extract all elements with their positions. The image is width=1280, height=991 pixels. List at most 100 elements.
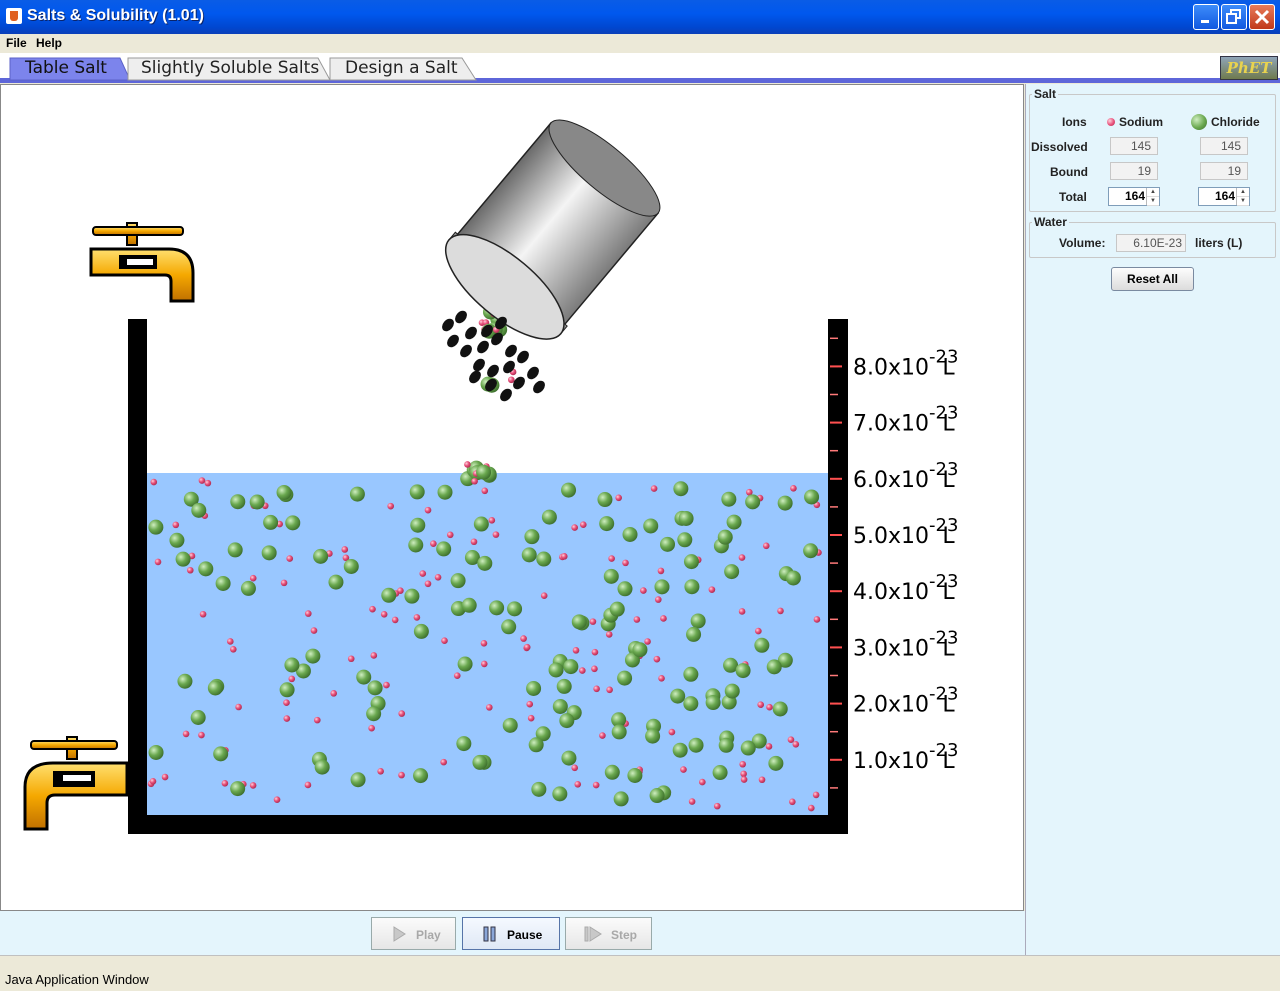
sodium-ion (589, 618, 597, 625)
sodium-ion (370, 652, 378, 659)
sodium-ion (755, 627, 762, 635)
sodium-ion (330, 690, 338, 697)
water-out-faucet-icon[interactable] (23, 736, 129, 831)
sodium-total-spinner[interactable]: 164 ▲ ▼ (1108, 187, 1160, 206)
spin-down-icon[interactable]: ▼ (1147, 197, 1159, 206)
chloride-ion (285, 515, 301, 531)
sodium-ion (369, 605, 376, 613)
sodium-ion (280, 579, 288, 587)
sodium-ion (668, 728, 676, 736)
spin-up-icon[interactable]: ▲ (1237, 188, 1249, 197)
play-button[interactable]: Play (371, 917, 456, 950)
sodium-ion (430, 540, 437, 547)
restore-button[interactable] (1221, 4, 1247, 30)
chloride-ion (536, 551, 552, 567)
sodium-ion (688, 798, 696, 805)
chloride-ion (654, 579, 670, 595)
chloride-ion (724, 564, 740, 580)
chloride-ion (772, 701, 788, 717)
sodium-ion (154, 558, 162, 566)
chloride-spin-arrows[interactable]: ▲ ▼ (1236, 188, 1249, 206)
sodium-ion (227, 638, 234, 645)
sodium-ion (657, 567, 665, 575)
chloride-ion (678, 510, 694, 526)
tab-design-a-salt[interactable]: Design a Salt (345, 57, 458, 78)
sodium-ion (288, 675, 296, 683)
step-button[interactable]: Step (565, 917, 652, 950)
chloride-ion (276, 484, 292, 500)
sodium-ion (481, 487, 489, 495)
sodium-ion (314, 716, 321, 724)
chloride-ion (766, 659, 782, 675)
beaker-scene: 8.0x10-23L 7.0x10-23L 6.0x10-23L 5.0x10-23L… (23, 104, 958, 834)
sodium-ion (304, 781, 312, 789)
chloride-ion (599, 516, 615, 532)
sodium-ion (599, 732, 606, 739)
sodium-ion (540, 592, 548, 599)
simulation-canvas[interactable]: 8.0x10-23L 7.0x10-23L 6.0x10-23L 5.0x10-23L… (0, 84, 1024, 911)
phet-logo[interactable]: PhET (1220, 56, 1278, 80)
chloride-ion (507, 601, 523, 617)
chloride-ion (803, 543, 819, 559)
water-in-faucet-icon[interactable] (89, 222, 195, 303)
sodium-ion (526, 700, 534, 708)
sodium-ion (579, 667, 586, 674)
chloride-ion (670, 688, 686, 704)
chloride-ion (404, 588, 420, 604)
sodium-ion (560, 553, 568, 560)
chloride-ion (571, 614, 587, 630)
chloride-ion (609, 601, 625, 617)
chloride-ion (735, 663, 751, 679)
sodium-ion (777, 607, 784, 615)
volume-label: Volume: (1059, 236, 1106, 250)
menu-file[interactable]: File (6, 36, 27, 50)
tab-slightly-soluble-salts[interactable]: Slightly Soluble Salts (141, 57, 319, 78)
sodium-ion (765, 743, 773, 750)
close-icon (1254, 9, 1270, 25)
pause-label: Pause (507, 928, 543, 942)
chloride-ion (408, 537, 424, 553)
chloride-ion (148, 744, 164, 760)
chloride-ion (724, 683, 740, 699)
restore-icon (1226, 9, 1241, 24)
close-button[interactable] (1249, 4, 1275, 30)
sodium-ion (304, 610, 312, 617)
sodium-ion (591, 648, 599, 656)
chloride-bound-field: 19 (1200, 162, 1248, 180)
sodium-ion (762, 542, 770, 550)
sodium-ion (230, 646, 237, 653)
sodium-ion (592, 781, 600, 789)
sodium-ion (713, 802, 721, 810)
chloride-ion (148, 519, 164, 535)
salt-shaker-icon[interactable] (430, 104, 675, 356)
chloride-ion (175, 551, 191, 567)
scale-label: 3.0x10-23L (853, 627, 958, 661)
sodium-ion (249, 782, 257, 789)
sodium-ion (186, 566, 194, 574)
chloride-ion (409, 484, 425, 500)
reset-all-button[interactable]: Reset All (1111, 267, 1194, 291)
title-bar[interactable]: Salts & Solubility (1.01) (0, 0, 1280, 34)
chloride-ion (627, 768, 643, 784)
scale-label: 7.0x10-23L (853, 403, 958, 437)
scale-label: 5.0x10-23L (853, 515, 958, 549)
chloride-ion (604, 764, 620, 780)
tab-table-salt[interactable]: Table Salt (25, 57, 107, 78)
spin-down-icon[interactable]: ▼ (1237, 197, 1249, 206)
spin-up-icon[interactable]: ▲ (1147, 188, 1159, 197)
pause-button[interactable]: Pause (462, 917, 560, 950)
minimize-button[interactable] (1193, 4, 1219, 30)
chloride-ion (472, 754, 488, 770)
sodium-ion (480, 660, 488, 668)
sodium-ion (739, 760, 747, 768)
chloride-ion (413, 768, 429, 784)
sodium-ion (347, 655, 355, 663)
chloride-ion (632, 642, 648, 658)
menu-help[interactable]: Help (36, 36, 62, 50)
sodium-spin-arrows[interactable]: ▲ ▼ (1146, 188, 1159, 206)
chloride-ion (721, 491, 737, 507)
sodium-ion (424, 580, 432, 588)
chloride-ion (688, 737, 704, 753)
chloride-total-spinner[interactable]: 164 ▲ ▼ (1198, 187, 1250, 206)
chloride-ion (240, 580, 256, 596)
